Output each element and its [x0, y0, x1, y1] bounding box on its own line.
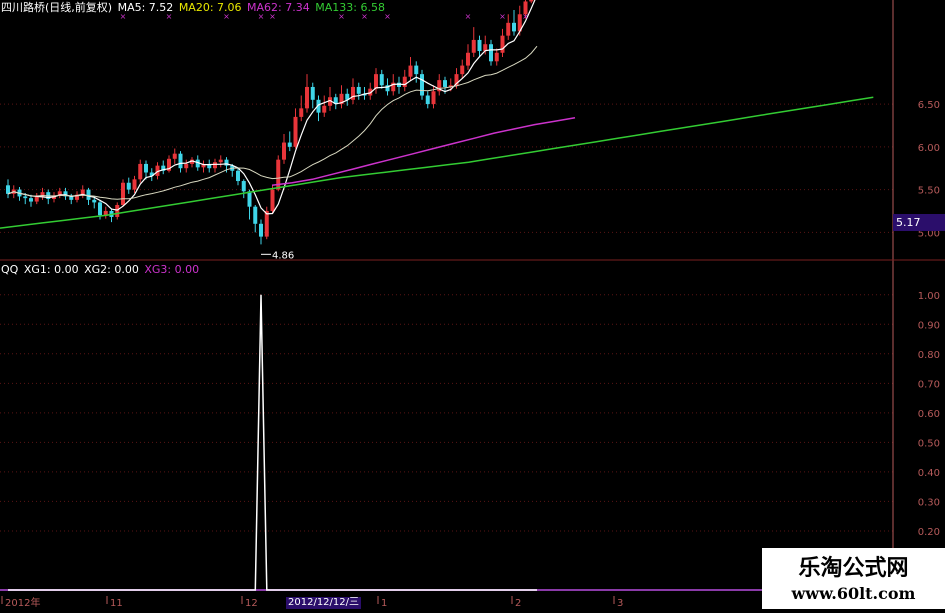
low-marker-label: 4.86 [272, 250, 294, 261]
indicator-name: QQ [1, 263, 19, 276]
date-tick-label: 1 [381, 598, 387, 609]
candle-down [23, 196, 28, 199]
watermark-url: www.60lt.com [791, 584, 916, 603]
ma5-label: MA5: 7.52 [117, 1, 174, 14]
candle-up [264, 210, 269, 237]
indicator-tick-label: 0.90 [918, 320, 940, 331]
selected-date: 2012/12/12/三 [286, 597, 362, 609]
candle-up [408, 65, 413, 77]
candle-up [466, 52, 470, 66]
price-tick-label: 5.50 [918, 186, 940, 197]
indicator-tick-label: 0.20 [918, 527, 940, 538]
candle-up [305, 86, 309, 109]
candle-down [98, 202, 102, 216]
ma20-line [7, 45, 538, 200]
candle-up [213, 162, 217, 169]
candle-up [218, 159, 223, 163]
candle-down [310, 86, 315, 100]
indicator-tick-label: 0.60 [918, 409, 940, 420]
candle-up [494, 52, 499, 62]
candle-down [477, 39, 482, 52]
candle-down [443, 80, 447, 87]
candle-up [299, 108, 304, 117]
candle-down [379, 74, 384, 86]
date-tick-label: 3 [617, 598, 623, 609]
candle-up [184, 163, 189, 169]
candle-down [420, 74, 424, 96]
candle-up [322, 105, 327, 113]
candle-down [414, 65, 419, 75]
candle-up [431, 91, 436, 105]
ma20-label: MA20: 7.06 [178, 1, 242, 14]
xg2-label: XG2: 0.00 [84, 263, 139, 276]
candle-up [121, 182, 125, 205]
date-tick-label: 2012年 [5, 596, 40, 609]
candle-up [471, 39, 476, 53]
candle-down [253, 206, 258, 224]
ma133-line [0, 96, 874, 229]
watermark: 乐淘公式网 www.60lt.com [762, 548, 945, 609]
candle-down [247, 191, 252, 207]
candle-down [178, 153, 183, 169]
xg3-label: XG3: 0.00 [144, 263, 200, 276]
date-tick-label: 2 [515, 598, 521, 609]
ma5-line [7, 0, 536, 215]
date-tick-label: 11 [110, 598, 123, 609]
signal-marker: × [465, 12, 472, 21]
candle-down [512, 22, 516, 32]
indicator-tick-label: 0.50 [918, 438, 940, 449]
signal-marker: × [499, 12, 506, 21]
date-tick-label: 12 [245, 598, 258, 609]
price-legend: 四川路桥(日线,前复权) MA5: 7.52 MA20: 7.06 MA62: … [1, 2, 387, 14]
candle-up [282, 142, 286, 160]
candle-down [259, 223, 263, 237]
candle-up [34, 196, 39, 202]
candle-down [236, 170, 240, 182]
signal-marker: × [522, 12, 529, 21]
candle-up [132, 179, 137, 190]
indicator-tick-label: 0.80 [918, 350, 940, 361]
candle-up [500, 35, 505, 53]
candle-down [241, 181, 246, 192]
candle-up [293, 116, 298, 147]
ma133-label: MA133: 6.58 [315, 1, 385, 14]
indicator-tick-label: 0.30 [918, 497, 940, 508]
candle-up [374, 74, 378, 89]
candle-up [270, 189, 275, 211]
candle-up [138, 163, 143, 180]
ma62-line [271, 117, 576, 187]
candle-down [92, 199, 97, 203]
stock-chart: 6.50 6.00 5.50 5.00 1.00 0.90 0.80 0.70 0.60 0.50… [0, 0, 945, 609]
candle-down [287, 142, 292, 147]
candle-up [172, 153, 177, 159]
ma62-label: MA62: 7.34 [247, 1, 310, 14]
stock-name: 四川路桥(日线,前复权) [1, 1, 113, 14]
watermark-title: 乐淘公式网 [798, 555, 909, 581]
candle-down [356, 86, 361, 94]
candle-up [460, 65, 465, 75]
price-tick-label: 6.00 [918, 143, 940, 154]
candle-up [115, 204, 120, 217]
indicator-tick-label: 0.40 [918, 468, 940, 479]
indicator-tick-label: 1.00 [918, 291, 940, 302]
candle-down [86, 189, 91, 200]
chart-canvas[interactable]: 6.506.005.505.001.000.900.800.700.600.50… [0, 0, 945, 609]
candle-down [397, 82, 401, 87]
candle-up [402, 76, 407, 87]
candle-up [506, 22, 511, 36]
candle-down [489, 44, 493, 62]
indicator-legend: QQ XG1: 0.00 XG2: 0.00 XG3: 0.00 [1, 264, 201, 276]
price-tick-label: 6.50 [918, 100, 940, 111]
candle-down [126, 182, 131, 190]
candle-down [29, 198, 33, 202]
xg1-label: XG1: 0.00 [23, 263, 79, 276]
candle-down [144, 163, 148, 173]
candle-down [425, 95, 430, 105]
candle-up [529, 0, 534, 2]
candle-down [6, 185, 10, 194]
current-price-badge: 5.17 [893, 214, 945, 231]
indicator-tick-label: 0.70 [918, 379, 940, 390]
